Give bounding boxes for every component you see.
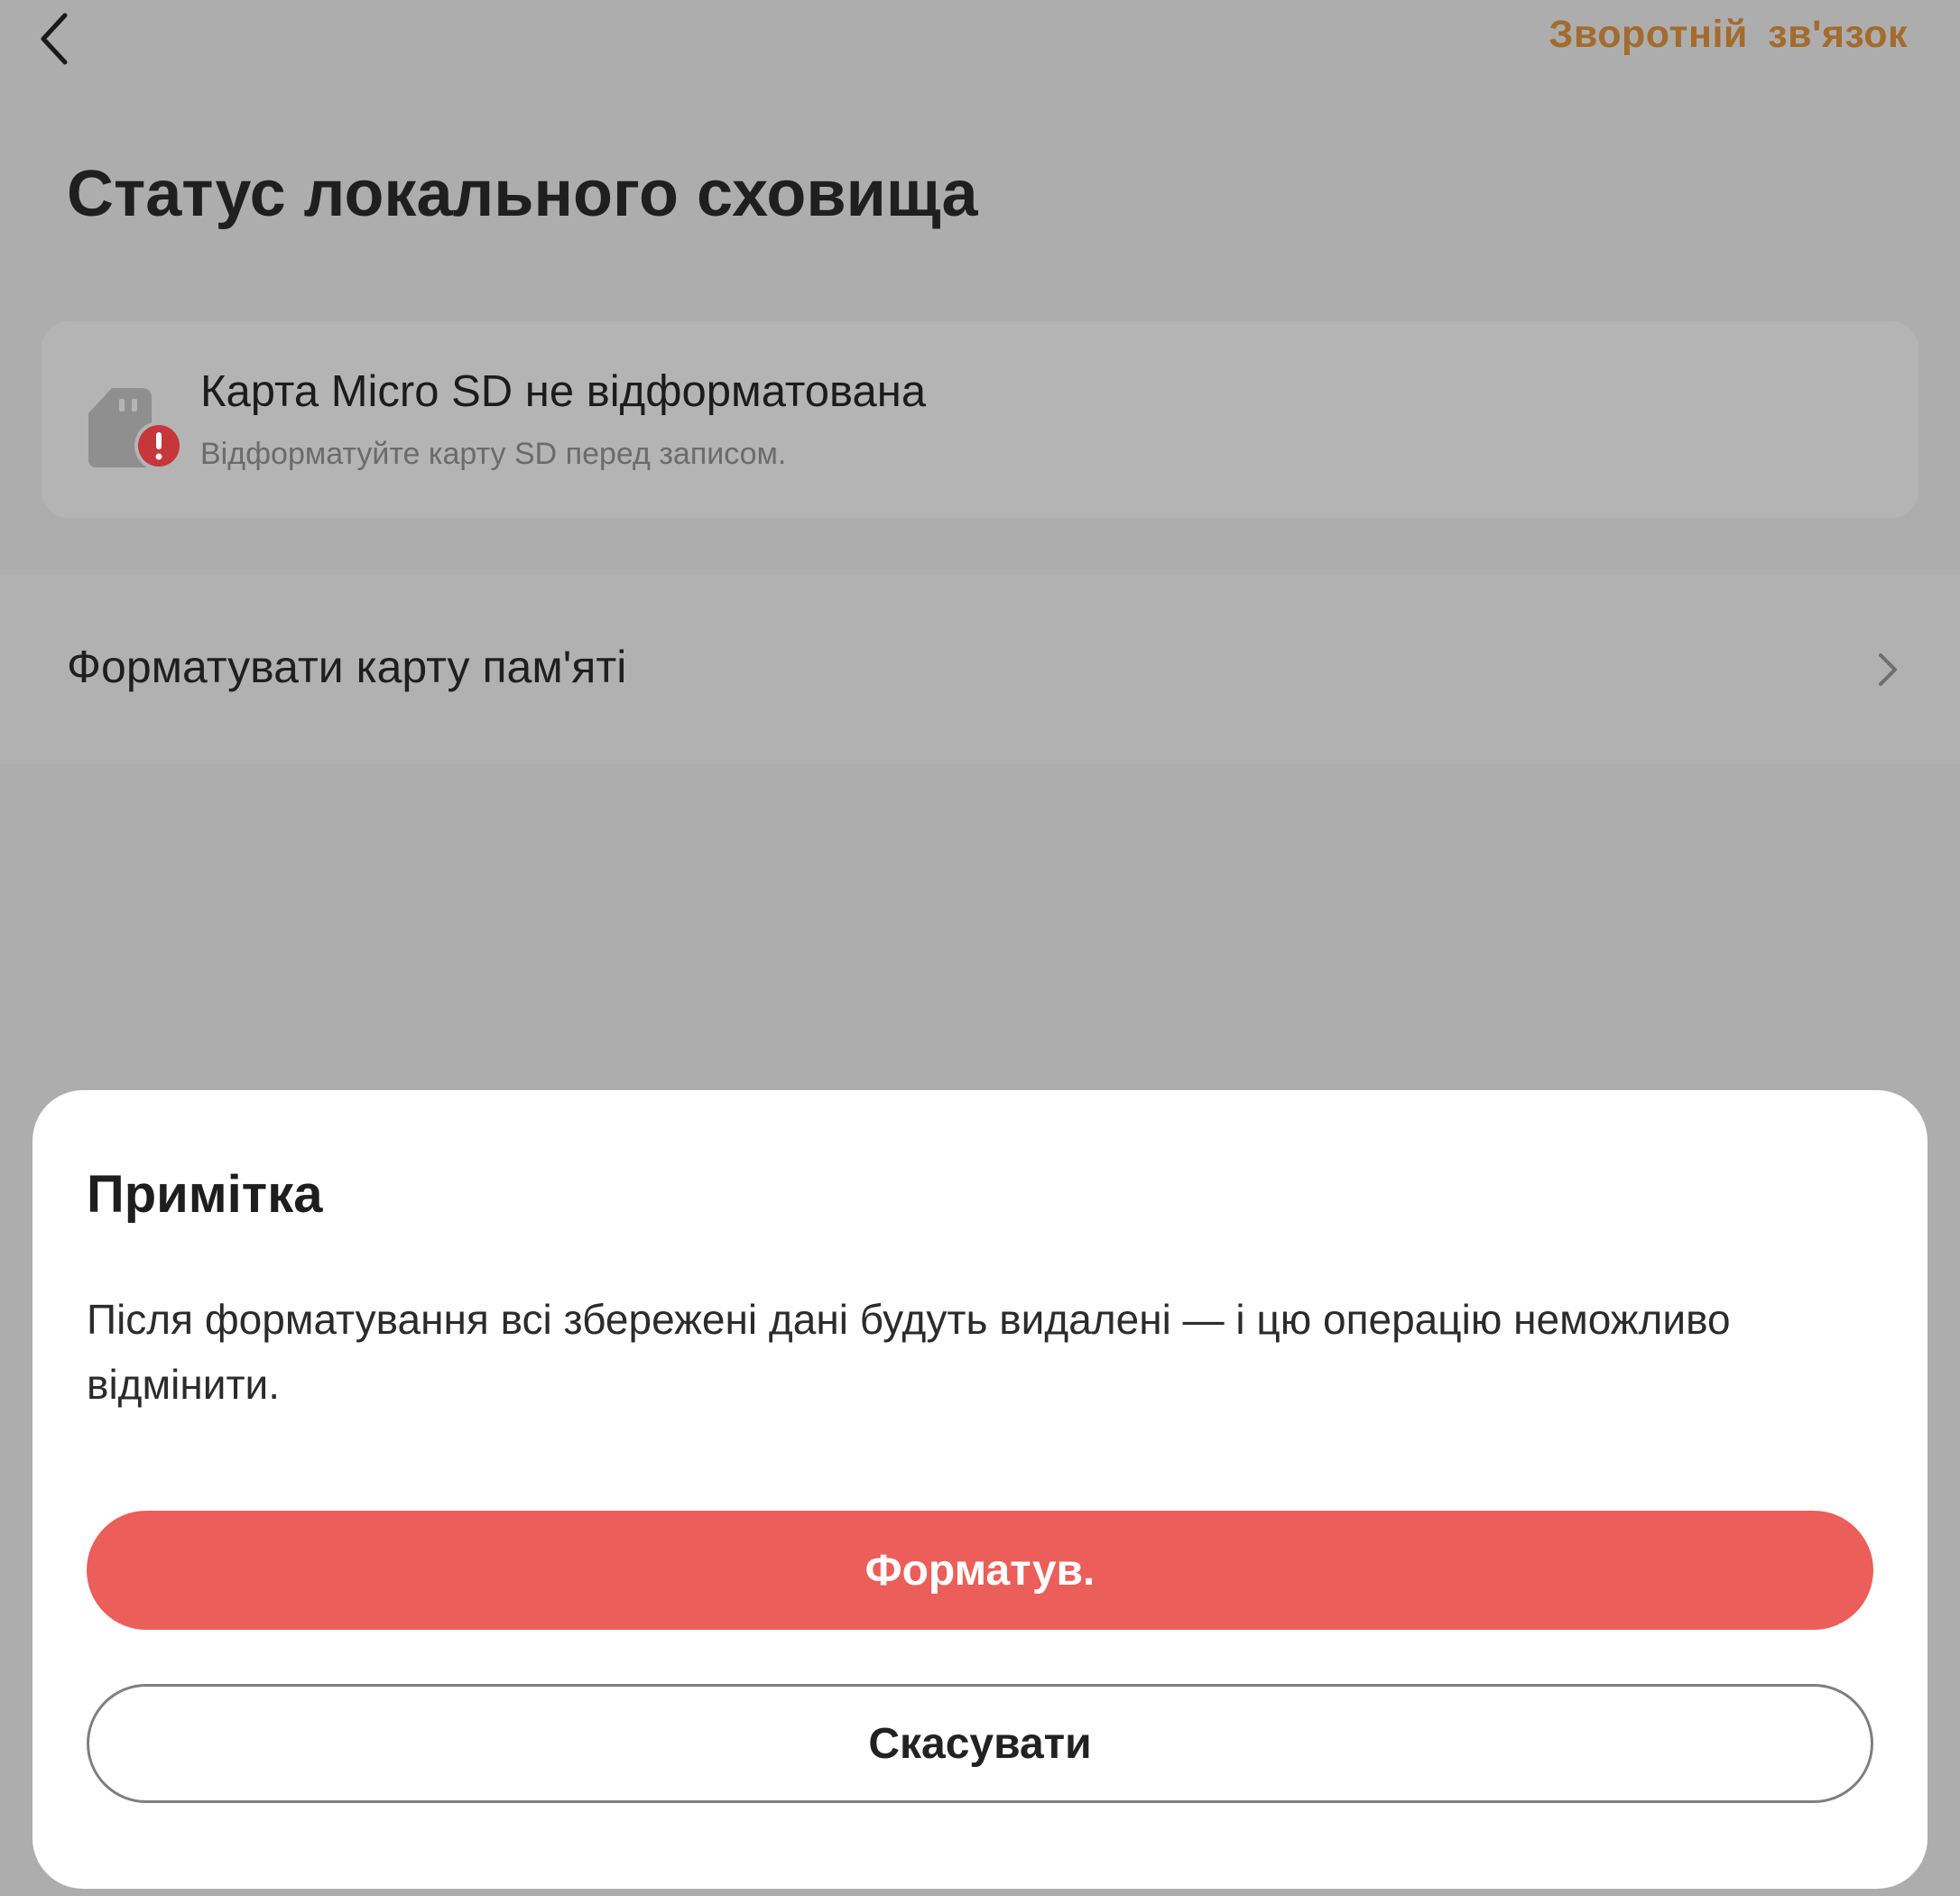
storage-status-title: Карта Micro SD не відформатована <box>200 367 927 416</box>
page-title: Статус локального сховища <box>67 158 978 230</box>
storage-status-card: Карта Micro SD не відформатована Відформ… <box>42 321 1918 518</box>
feedback-link[interactable]: Зворотній зв'язок <box>1549 13 1908 57</box>
dialog-title: Примітка <box>87 1165 323 1224</box>
format-confirm-button[interactable]: Форматув. <box>87 1511 1873 1630</box>
sd-card-icon <box>87 383 188 473</box>
chevron-right-icon <box>1879 653 1897 686</box>
cancel-button[interactable]: Скасувати <box>87 1684 1873 1803</box>
format-memory-card-label: Форматувати карту пам'яті <box>67 642 627 692</box>
storage-status-subtitle: Відформатуйте карту SD перед записом. <box>200 437 787 471</box>
chevron-left-icon <box>41 13 68 65</box>
format-confirmation-dialog: Примітка Після форматування всі збережен… <box>32 1090 1928 1889</box>
back-button[interactable] <box>25 0 87 78</box>
exclamation-icon <box>134 421 183 470</box>
dialog-message: Після форматування всі збережені дані бу… <box>87 1296 1731 1408</box>
format-memory-card-row[interactable]: Форматувати карту пам'яті <box>0 574 1960 763</box>
